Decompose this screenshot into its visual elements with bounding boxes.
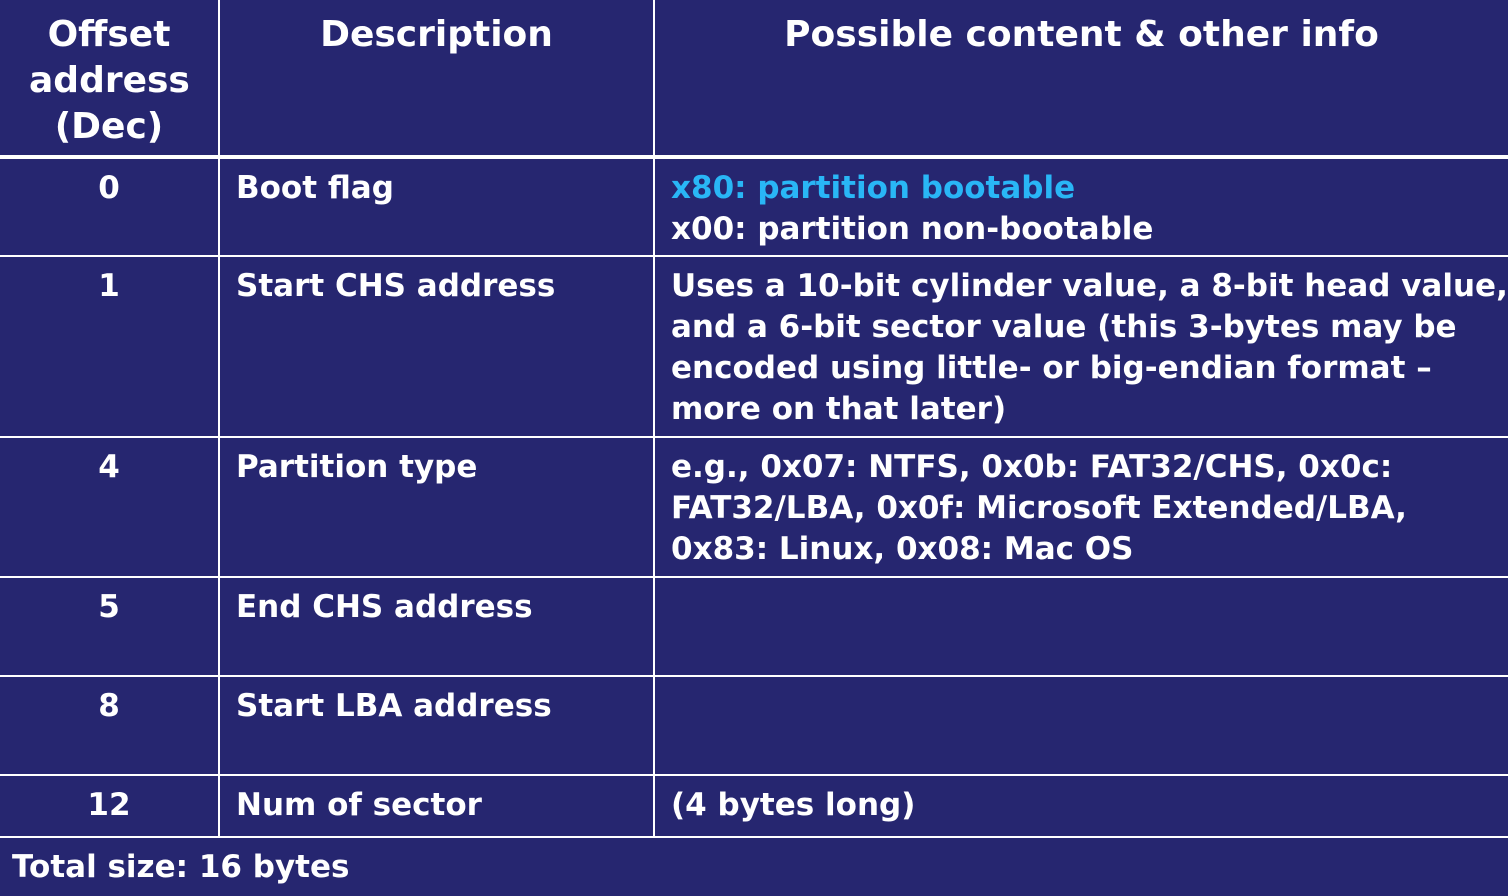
partition-entry-table: Offset address (Dec) Description Possibl…	[0, 0, 1508, 838]
offset-cell: 4	[0, 437, 220, 578]
total-size-footer: Total size: 16 bytes	[12, 849, 350, 885]
info-cell: e.g., 0x07: NTFS, 0x0b: FAT32/CHS, 0x0c:…	[654, 437, 1508, 578]
table-row: 0 Boot flag x80: partition bootable x00:…	[0, 157, 1508, 257]
offset-cell: 12	[0, 775, 220, 838]
offset-cell: 5	[0, 577, 220, 677]
info-cell: Uses a 10-bit cylinder value, a 8-bit he…	[654, 256, 1508, 438]
info-text: (4 bytes long)	[671, 787, 916, 823]
table-row: 4 Partition type e.g., 0x07: NTFS, 0x0b:…	[0, 437, 1508, 578]
info-text: Uses a 10-bit cylinder value, a 8-bit he…	[671, 268, 1508, 427]
description-cell: Num of sector	[219, 775, 655, 838]
description-cell: Start CHS address	[219, 256, 655, 438]
description-cell: Boot flag	[219, 157, 655, 257]
header-offset: Offset address (Dec)	[0, 0, 220, 159]
header-description: Description	[219, 0, 655, 159]
header-content-label: Possible content & other info	[784, 14, 1379, 55]
info-cell: x80: partition bootable x00: partition n…	[654, 157, 1508, 257]
table-row: 12 Num of sector (4 bytes long)	[0, 775, 1508, 838]
header-description-label: Description	[320, 14, 553, 55]
table-row: 5 End CHS address	[0, 577, 1508, 677]
info-highlight-text: x80: partition bootable	[671, 170, 1076, 206]
slide: Offset address (Dec) Description Possibl…	[0, 0, 1508, 896]
table-row: 8 Start LBA address	[0, 676, 1508, 776]
offset-cell: 8	[0, 676, 220, 776]
info-text: e.g., 0x07: NTFS, 0x0b: FAT32/CHS, 0x0c:…	[671, 449, 1407, 567]
header-offset-label: Offset address (Dec)	[29, 14, 190, 147]
description-cell: Partition type	[219, 437, 655, 578]
info-cell: (4 bytes long)	[654, 775, 1508, 838]
description-cell: Start LBA address	[219, 676, 655, 776]
offset-cell: 0	[0, 157, 220, 257]
offset-cell: 1	[0, 256, 220, 438]
header-content: Possible content & other info	[654, 0, 1508, 159]
table-header-row: Offset address (Dec) Description Possibl…	[0, 0, 1508, 159]
info-cell	[654, 676, 1508, 776]
info-cell	[654, 577, 1508, 677]
info-text: x00: partition non-bootable	[671, 211, 1154, 247]
description-cell: End CHS address	[219, 577, 655, 677]
table-row: 1 Start CHS address Uses a 10-bit cylind…	[0, 256, 1508, 438]
